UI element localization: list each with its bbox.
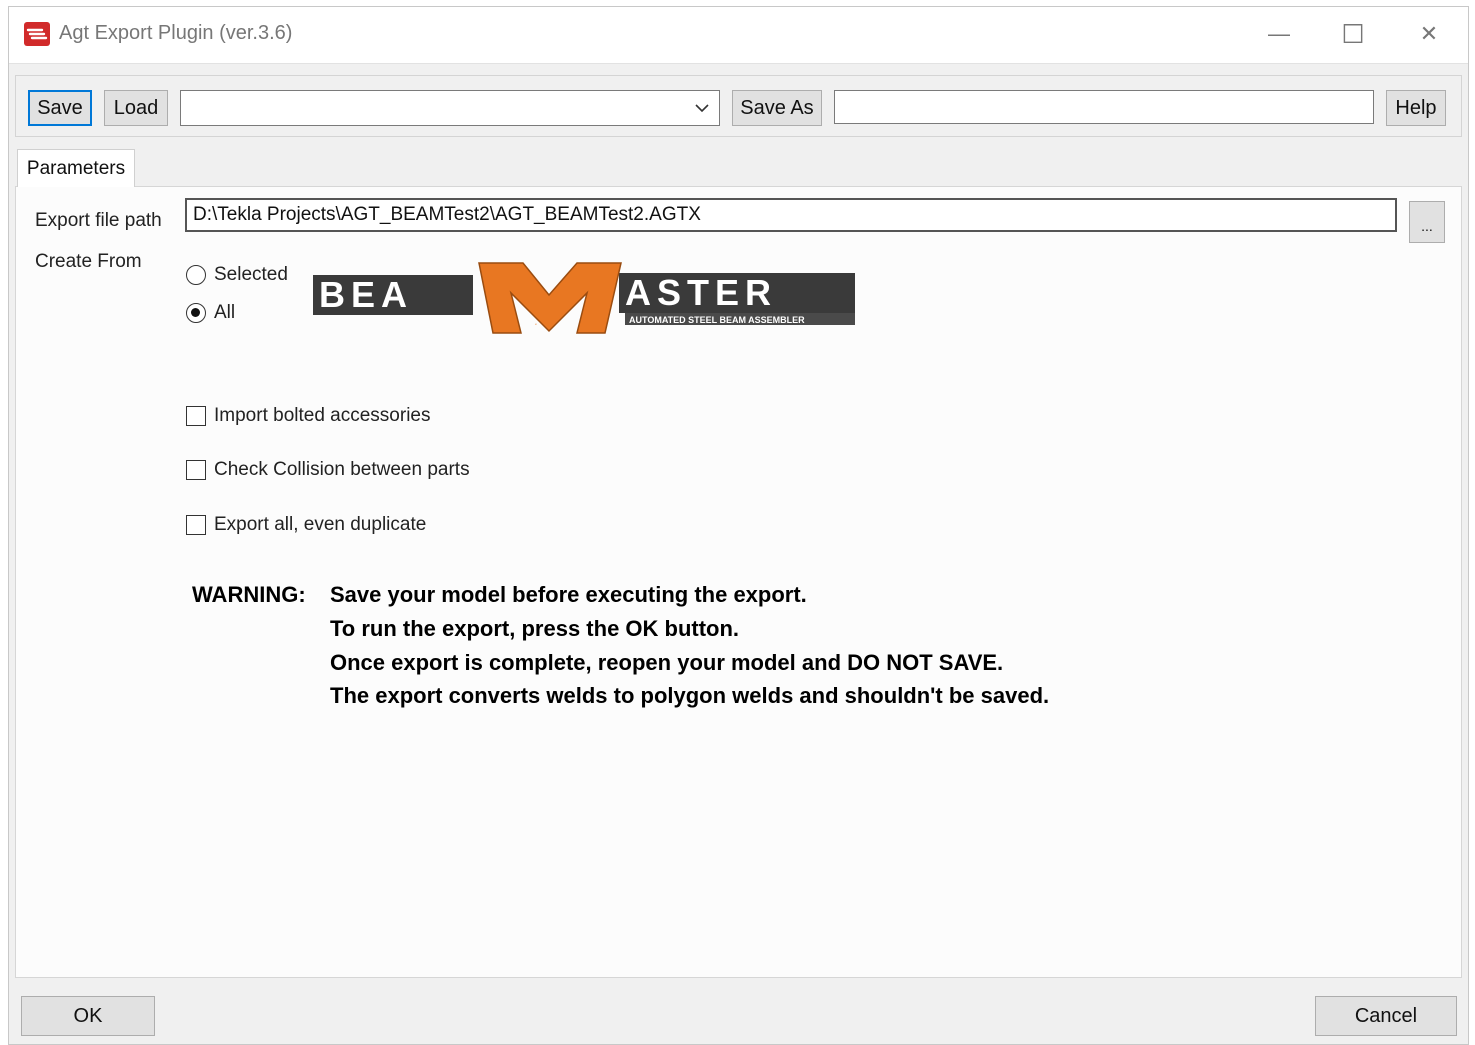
logo-right-text: ASTER bbox=[625, 272, 777, 313]
toolbar: Save Load Save As Help bbox=[15, 75, 1462, 137]
save-as-name-input[interactable] bbox=[834, 90, 1374, 124]
radio-all-label: All bbox=[214, 302, 236, 323]
plugin-window: Agt Export Plugin (ver.3.6) — ☐ ✕ Save L… bbox=[8, 6, 1469, 1045]
checkbox-import-bolted-box[interactable] bbox=[186, 406, 206, 426]
warning-line: The export converts welds to polygon wel… bbox=[330, 683, 1050, 708]
logo-m-shape bbox=[478, 262, 622, 334]
checkbox-import-bolted-label: Import bolted accessories bbox=[214, 405, 431, 426]
browse-button[interactable]: ... bbox=[1409, 201, 1445, 243]
load-button[interactable]: Load bbox=[104, 90, 168, 126]
export-path-label: Export file path bbox=[35, 210, 162, 231]
checkbox-export-all-box[interactable] bbox=[186, 515, 206, 535]
maximize-icon[interactable]: ☐ bbox=[1323, 13, 1383, 55]
preset-combobox[interactable] bbox=[180, 90, 720, 126]
ok-button[interactable]: OK bbox=[21, 996, 155, 1036]
logo-left-text: BEA bbox=[319, 274, 413, 315]
radio-all-circle[interactable] bbox=[186, 303, 206, 323]
title-bar: Agt Export Plugin (ver.3.6) — ☐ ✕ bbox=[9, 7, 1468, 64]
logo-tagline: AUTOMATED STEEL BEAM ASSEMBLER bbox=[629, 315, 805, 325]
radio-selected-label: Selected bbox=[214, 264, 288, 285]
help-button[interactable]: Help bbox=[1386, 90, 1446, 126]
close-icon[interactable]: ✕ bbox=[1399, 13, 1459, 55]
warning-prefix: WARNING: bbox=[192, 582, 306, 607]
save-button[interactable]: Save bbox=[28, 90, 92, 126]
tekla-app-icon bbox=[24, 22, 50, 46]
checkbox-check-collision-box[interactable] bbox=[186, 460, 206, 480]
logo-center-letter: M bbox=[535, 324, 537, 326]
checkbox-export-all-label: Export all, even duplicate bbox=[214, 514, 427, 535]
warning-line: Save your model before executing the exp… bbox=[330, 582, 807, 607]
warning-line: Once export is complete, reopen your mod… bbox=[330, 650, 1004, 675]
window-title: Agt Export Plugin (ver.3.6) bbox=[59, 22, 293, 44]
export-path-value: D:\Tekla Projects\AGT_BEAMTest2\AGT_BEAM… bbox=[193, 204, 701, 225]
beam-master-logo: BEA ASTER AUTOMATED STEEL BEAM ASSEMBLER… bbox=[313, 262, 855, 334]
checkbox-check-collision-label: Check Collision between parts bbox=[214, 459, 470, 480]
warning-line: To run the export, press the OK button. bbox=[330, 616, 740, 641]
tab-parameters[interactable]: Parameters bbox=[17, 149, 135, 187]
chevron-down-icon bbox=[695, 104, 709, 113]
export-path-input[interactable]: D:\Tekla Projects\AGT_BEAMTest2\AGT_BEAM… bbox=[185, 198, 1397, 232]
save-as-button[interactable]: Save As bbox=[732, 90, 822, 126]
cancel-button[interactable]: Cancel bbox=[1315, 996, 1457, 1036]
create-from-label: Create From bbox=[35, 251, 142, 272]
radio-selected-circle[interactable] bbox=[186, 265, 206, 285]
minimize-icon[interactable]: — bbox=[1249, 13, 1309, 55]
radio-all-dot bbox=[191, 308, 200, 317]
